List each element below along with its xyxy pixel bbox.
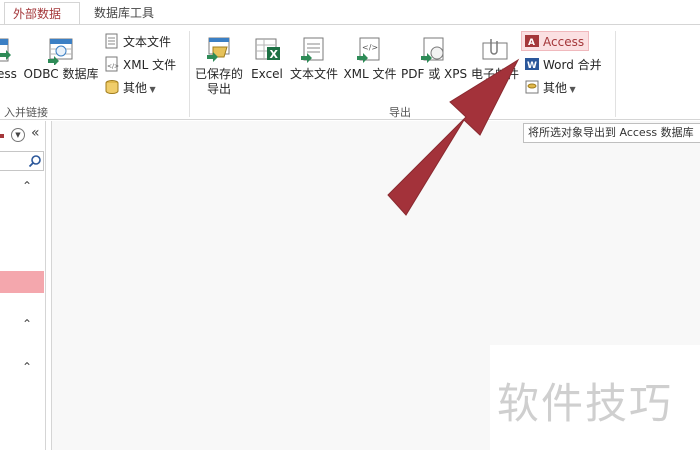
nav-selected-item[interactable]	[0, 271, 44, 293]
shutter-bar-close-icon[interactable]: «	[31, 125, 40, 141]
dropdown-arrow-icon: ▼	[567, 85, 576, 94]
nav-dropdown-icon[interactable]: ▼	[11, 128, 25, 142]
import-more-button[interactable]: 其他 ▼	[104, 78, 156, 98]
group-separator	[189, 31, 190, 117]
pdf-xps-icon	[419, 35, 449, 65]
svg-text:</>: </>	[362, 43, 378, 52]
dropdown-arrow-icon: ▼	[147, 85, 156, 94]
import-access-label: ess	[0, 67, 17, 81]
import-odbc-button[interactable]: ODBC 数据库	[22, 35, 100, 82]
text-file-export-icon	[299, 35, 329, 65]
import-xml-file-button[interactable]: </> XML 文件	[104, 55, 176, 75]
tab-external-data[interactable]: 外部数据	[4, 2, 80, 24]
xml-export-icon: </>	[355, 35, 385, 65]
export-pdf-xps-label: PDF 或 XPS	[401, 67, 468, 81]
nav-search-box[interactable]	[0, 151, 44, 171]
more-sources-icon	[104, 79, 120, 95]
saved-exports-button[interactable]: 已保存的 导出	[193, 35, 245, 97]
section-collapse-icon[interactable]: ⌃	[22, 360, 32, 374]
import-group-label: 入并链接	[4, 106, 48, 119]
svg-text:A: A	[528, 38, 535, 48]
excel-icon: X	[252, 35, 282, 65]
svg-text:</>: </>	[107, 63, 119, 70]
saved-exports-label-line2: 导出	[206, 82, 231, 96]
export-excel-button[interactable]: X Excel	[249, 35, 285, 82]
access-icon: A	[524, 33, 540, 49]
export-xml-file-label: XML 文件	[343, 67, 397, 81]
svg-text:W: W	[527, 61, 537, 71]
access-export-tooltip: 将所选对象导出到 Access 数据库	[523, 123, 700, 143]
export-text-file-button[interactable]: 文本文件	[289, 35, 339, 82]
export-more-button[interactable]: 其他 ▼	[524, 78, 576, 98]
ribbon: ess ODBC 数据库 文本文件 </> XML 文件 其他 ▼ 入并链接 已保…	[0, 24, 700, 120]
access-db-icon	[0, 35, 24, 65]
export-word-merge-label: Word 合并	[543, 58, 602, 72]
group-separator	[615, 31, 616, 117]
section-collapse-icon[interactable]: ⌃	[22, 179, 32, 193]
import-access-button[interactable]: ess	[0, 35, 20, 82]
ribbon-tab-strip: 外部数据 数据库工具	[0, 0, 700, 24]
xml-file-icon: </>	[104, 56, 120, 72]
access-window: 外部数据 数据库工具 ess ODBC 数据库 文本文件 </> XML 文件 其…	[0, 0, 700, 450]
export-excel-label: Excel	[251, 67, 283, 81]
odbc-database-icon	[46, 35, 76, 65]
export-word-merge-button[interactable]: W Word 合并	[524, 55, 602, 75]
export-email-button[interactable]: 电子邮件	[469, 35, 521, 82]
text-file-icon	[104, 33, 120, 49]
nav-pane-header: ▼ «	[0, 125, 46, 145]
export-pdf-xps-button[interactable]: PDF 或 XPS	[401, 35, 467, 82]
watermark-text: 软件技巧	[497, 379, 674, 428]
export-email-label: 电子邮件	[470, 67, 519, 81]
import-odbc-label: ODBC 数据库	[23, 67, 99, 81]
import-more-label: 其他	[123, 81, 148, 95]
word-icon: W	[524, 56, 540, 72]
svg-text:X: X	[270, 48, 279, 61]
email-attachment-icon	[480, 35, 510, 65]
section-collapse-icon[interactable]: ⌃	[22, 317, 32, 331]
import-text-file-label: 文本文件	[123, 35, 172, 49]
import-text-file-button[interactable]: 文本文件	[104, 32, 171, 52]
export-access-button[interactable]: A Access	[521, 31, 590, 51]
export-text-file-label: 文本文件	[289, 67, 338, 81]
saved-exports-label-line1: 已保存的	[194, 67, 243, 81]
navigation-pane: ▼ « ⌃ ⌃ ⌃	[0, 121, 46, 450]
export-access-label: Access	[543, 35, 585, 49]
export-xml-file-button[interactable]: </> XML 文件	[342, 35, 398, 82]
nav-marker-icon	[0, 134, 4, 138]
export-group-label: 导出	[389, 106, 411, 119]
export-more-label: 其他	[543, 81, 568, 95]
import-xml-file-label: XML 文件	[123, 58, 177, 72]
tab-database-tools[interactable]: 数据库工具	[86, 2, 162, 24]
saved-exports-icon	[204, 35, 234, 65]
more-export-icon	[524, 79, 540, 95]
search-icon[interactable]	[28, 154, 42, 168]
